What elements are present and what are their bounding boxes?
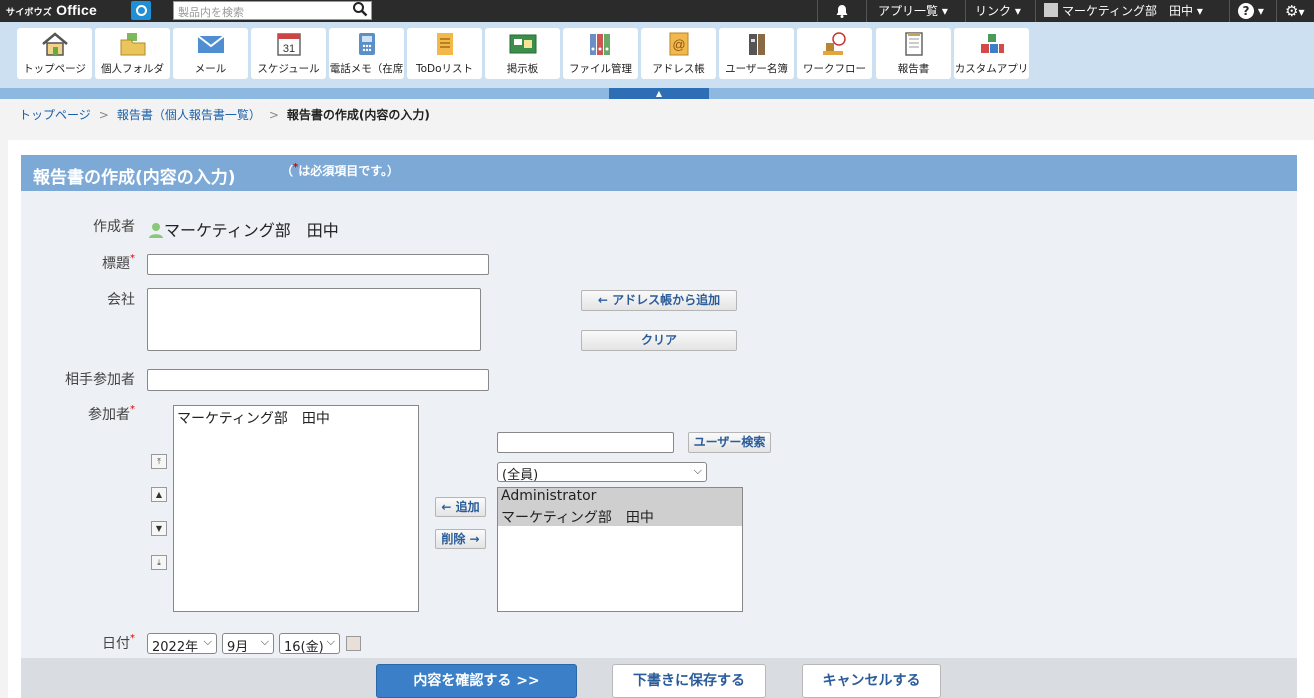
app-logo[interactable]: サイボウズ Office: [6, 2, 97, 18]
required-note: （*は必須項目です。）: [281, 162, 400, 178]
breadcrumb: トップページ > 報告書（個人報告書一覧） > 報告書の作成(内容の入力): [19, 106, 430, 123]
address-icon: @: [669, 32, 688, 56]
todo-icon: [436, 33, 453, 55]
app-tile-schedule[interactable]: 31 スケジュール: [251, 28, 326, 79]
settings-menu[interactable]: ⚙▾: [1285, 0, 1304, 22]
company-label: 会社: [107, 292, 135, 308]
app-tile-custom-app[interactable]: カスタムアプリ: [954, 28, 1029, 79]
move-bottom-button[interactable]: ⤓: [151, 555, 167, 570]
chevron-right-icon: >: [98, 108, 109, 122]
svg-text:31: 31: [282, 43, 294, 55]
files-icon: [589, 34, 610, 55]
app-list-menu[interactable]: アプリ一覧 ▾: [878, 0, 948, 22]
app-tile-user-directory[interactable]: ユーザー名簿: [719, 28, 794, 79]
divider: [817, 0, 818, 22]
calendar-picker-icon[interactable]: [346, 636, 361, 651]
group-select[interactable]: (全員) ⌵: [497, 462, 707, 483]
phone-icon: [358, 33, 375, 55]
help-menu[interactable]: ? ▾: [1238, 0, 1264, 22]
author-label: 作成者: [93, 219, 135, 235]
folder-icon: [120, 33, 145, 56]
app-tile-workflow[interactable]: ワークフロー: [797, 28, 872, 79]
breadcrumb-link-top[interactable]: トップページ: [19, 108, 91, 122]
list-item[interactable]: マーケティング部 田中: [177, 408, 415, 428]
home-icon: [41, 32, 68, 56]
search-icon[interactable]: [350, 1, 370, 20]
add-participant-button[interactable]: ← 追加: [435, 497, 486, 517]
app-tile-address-book[interactable]: @ アドレス帳: [641, 28, 716, 79]
date-label: 日付*: [102, 633, 135, 652]
list-item[interactable]: Administrator: [498, 488, 742, 507]
confirm-content-button[interactable]: 内容を確認する >>: [376, 664, 577, 698]
links-menu[interactable]: リンク ▾: [975, 0, 1021, 22]
divider: [965, 0, 966, 22]
company-textarea[interactable]: [147, 288, 481, 351]
board-icon: [509, 34, 536, 54]
search-scope-icon[interactable]: [131, 1, 151, 20]
chevron-right-icon: >: [268, 108, 279, 122]
app-tile-file-management[interactable]: ファイル管理: [563, 28, 638, 79]
divider: [1276, 0, 1277, 22]
app-tile-report[interactable]: 報告書: [876, 28, 951, 79]
panel-header: 報告書の作成(内容の入力) （*は必須項目です。）: [21, 155, 1297, 191]
move-up-button[interactable]: ▲: [151, 487, 167, 502]
chevron-down-icon: ⌵: [260, 635, 269, 648]
counterpart-label: 相手参加者: [65, 372, 135, 388]
app-launcher-bar: トップページ 個人フォルダ メール 31 スケジュール 電話メモ（在席 ToDo…: [0, 22, 1314, 88]
users-icon: [748, 34, 765, 55]
user-avatar-icon: [148, 222, 164, 238]
notification-bell-icon[interactable]: [834, 0, 850, 22]
cancel-button[interactable]: キャンセルする: [802, 664, 941, 698]
app-tile-top[interactable]: トップページ: [17, 28, 92, 79]
divider: [1229, 0, 1230, 22]
move-down-button[interactable]: ▼: [151, 521, 167, 536]
workflow-icon: [822, 32, 846, 55]
app-tile-mail[interactable]: メール: [173, 28, 248, 79]
add-from-address-book-button[interactable]: ← アドレス帳から追加: [581, 290, 737, 311]
user-icon: [1044, 3, 1058, 17]
app-tile-phone-memo[interactable]: 電話メモ（在席: [329, 28, 404, 79]
save-draft-button[interactable]: 下書きに保存する: [612, 664, 766, 698]
move-top-button[interactable]: ⤒: [151, 454, 167, 469]
svg-text:@: @: [672, 37, 685, 52]
chevron-down-icon: ⌵: [326, 635, 335, 648]
day-select[interactable]: 16(金) ⌵: [279, 633, 340, 655]
chevron-down-icon: ⌵: [203, 635, 212, 648]
calendar-icon: 31: [276, 33, 301, 56]
breadcrumb-current: 報告書の作成(内容の入力): [286, 108, 430, 122]
custom-app-icon: [980, 34, 1004, 53]
participants-label: 参加者*: [88, 404, 135, 423]
app-tile-bulletin-board[interactable]: 掲示板: [485, 28, 560, 79]
user-search-input[interactable]: [497, 432, 674, 453]
year-select[interactable]: 2022年 ⌵: [147, 633, 217, 655]
participants-listbox[interactable]: マーケティング部 田中: [173, 405, 419, 612]
title-input[interactable]: [147, 254, 489, 275]
candidate-users-listbox[interactable]: Administrator マーケティング部 田中: [497, 487, 743, 612]
divider: [1035, 0, 1036, 22]
chevron-down-icon: ⌵: [693, 464, 702, 477]
top-bar: サイボウズ Office 製品内を検索 アプリ一覧 ▾ リンク ▾ マーケティン…: [0, 0, 1314, 22]
app-tile-todo[interactable]: ToDoリスト: [407, 28, 482, 79]
report-icon: [904, 32, 923, 56]
month-select[interactable]: 9月 ⌵: [222, 633, 274, 655]
app-tile-personal-folder[interactable]: 個人フォルダ: [95, 28, 170, 79]
user-menu[interactable]: マーケティング部 田中 ▾: [1044, 0, 1203, 22]
help-icon: ?: [1238, 3, 1254, 19]
collapse-app-bar-toggle[interactable]: ▲: [609, 88, 709, 99]
counterpart-input[interactable]: [147, 369, 489, 391]
author-value: マーケティング部 田中: [148, 217, 339, 241]
breadcrumb-link-report-list[interactable]: 報告書（個人報告書一覧）: [117, 108, 261, 122]
mail-icon: [196, 35, 225, 53]
user-search-button[interactable]: ユーザー検索: [688, 432, 771, 453]
clear-company-button[interactable]: クリア: [581, 330, 737, 351]
title-label: 標題*: [102, 253, 135, 272]
list-item[interactable]: マーケティング部 田中: [498, 507, 742, 526]
gear-icon: ⚙: [1285, 2, 1299, 20]
divider: [866, 0, 867, 22]
page-title: 報告書の作成(内容の入力): [33, 168, 236, 188]
product-search-input[interactable]: 製品内を検索: [173, 1, 372, 20]
remove-participant-button[interactable]: 削除 →: [435, 529, 486, 549]
